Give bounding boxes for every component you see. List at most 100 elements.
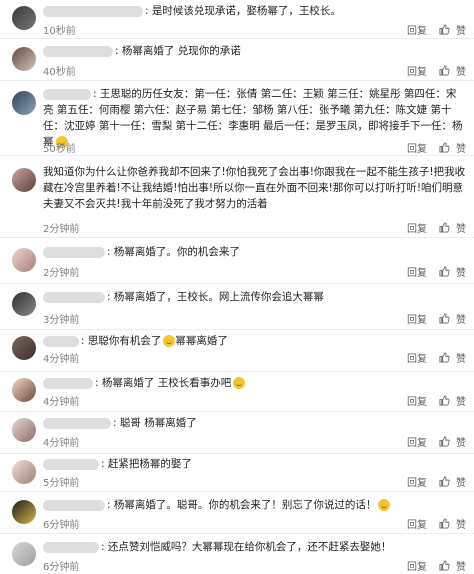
- comment-item: : 思聪你有机会了 幂幂离婚了 4分钟前 回复 赞: [0, 330, 474, 372]
- reply-button[interactable]: 回复: [407, 140, 427, 155]
- comment-text: 思聪你有机会了: [87, 335, 162, 347]
- avatar[interactable]: [12, 91, 36, 115]
- reply-button[interactable]: 回复: [407, 393, 427, 408]
- comment-text: 我知道你为什么让你爸养我却不回来了!你怕我死了会出事!你跟我在一起不能生孩子!把…: [43, 166, 466, 210]
- comment-item: : 杨幂离婚了 王校长看事办吧 4分钟前 回复 赞: [0, 372, 474, 412]
- avatar[interactable]: [12, 542, 36, 566]
- smile-emoji-icon: [233, 377, 246, 389]
- comment-time: 50秒前: [43, 144, 76, 155]
- comment-text: 是时候该兑现承诺，娶杨幂了，王校长。: [151, 5, 341, 17]
- like-label[interactable]: 赞: [456, 264, 466, 279]
- comment-time: 40秒前: [43, 67, 76, 78]
- avatar[interactable]: [12, 418, 36, 442]
- reply-button[interactable]: 回复: [407, 22, 427, 37]
- thumbs-up-icon[interactable]: [439, 352, 450, 363]
- comment-item: : 赶紧把杨幂的娶了 5分钟前 回复 赞: [0, 454, 474, 492]
- comment-time: 2分钟前: [43, 224, 80, 235]
- reply-button[interactable]: 回复: [407, 434, 427, 449]
- avatar[interactable]: [12, 248, 36, 272]
- thumbs-up-icon[interactable]: [439, 313, 450, 324]
- comment-text: 杨幂离婚了，王校长。网上流传你会追大幂幂: [113, 291, 324, 303]
- comment-text: 聪哥 杨幂离婚了: [119, 417, 197, 429]
- comment-time: 6分钟前: [43, 562, 80, 573]
- reply-button[interactable]: 回复: [407, 311, 427, 326]
- avatar[interactable]: [12, 378, 36, 402]
- avatar[interactable]: [12, 460, 36, 484]
- comment-time: 10秒前: [43, 26, 76, 37]
- thumbs-up-icon[interactable]: [439, 24, 450, 35]
- thumbs-up-icon[interactable]: [439, 476, 450, 487]
- like-label[interactable]: 赞: [456, 474, 466, 489]
- comment-item: : 杨幂离婚了 兑现你的承诺 40秒前 回复 赞: [0, 39, 474, 81]
- like-label[interactable]: 赞: [456, 63, 466, 78]
- reply-button[interactable]: 回复: [407, 474, 427, 489]
- username-redacted[interactable]: [43, 45, 113, 57]
- username-redacted[interactable]: [43, 335, 79, 347]
- reply-button[interactable]: 回复: [407, 220, 427, 235]
- comment-item: 我知道你为什么让你爸养我却不回来了!你怕我死了会出事!你跟我在一起不能生孩子!把…: [0, 156, 474, 238]
- comment-text-continued: 幂幂离婚了: [175, 335, 228, 347]
- comment-text: 赶紧把杨幂的娶了: [107, 458, 192, 470]
- username-redacted[interactable]: [43, 291, 105, 303]
- comment-text: 杨幂离婚了。聪哥。你的机会来了！别忘了你说过的话！: [113, 499, 377, 511]
- avatar[interactable]: [12, 292, 36, 316]
- avatar[interactable]: [12, 336, 36, 360]
- comment-time: 6分钟前: [43, 520, 80, 531]
- thumbs-up-icon[interactable]: [439, 266, 450, 277]
- comment-time: 5分钟前: [43, 478, 80, 489]
- thumbs-up-icon[interactable]: [439, 142, 450, 153]
- comment-time: 4分钟前: [43, 397, 80, 408]
- username-redacted[interactable]: [43, 458, 99, 470]
- username-redacted[interactable]: [43, 541, 99, 553]
- reply-button[interactable]: 回复: [407, 63, 427, 78]
- comment-time: 3分钟前: [43, 315, 80, 326]
- like-label[interactable]: 赞: [456, 558, 466, 573]
- username-redacted[interactable]: [43, 377, 93, 389]
- comment-text: 杨幂离婚了 兑现你的承诺: [121, 45, 241, 57]
- thumbs-up-icon[interactable]: [439, 65, 450, 76]
- comment-item: : 是时候该兑现承诺，娶杨幂了，王校长。 10秒前 回复 赞: [0, 0, 474, 39]
- reply-button[interactable]: 回复: [407, 516, 427, 531]
- like-label[interactable]: 赞: [456, 22, 466, 37]
- comment-item: : 聪哥 杨幂离婚了 4分钟前 回复 赞: [0, 412, 474, 454]
- like-label[interactable]: 赞: [456, 220, 466, 235]
- avatar[interactable]: [12, 168, 36, 192]
- comment-item: : 杨幂离婚了。聪哥。你的机会来了！别忘了你说过的话！ 6分钟前 回复 赞: [0, 492, 474, 534]
- username-redacted[interactable]: [43, 417, 111, 429]
- reply-button[interactable]: 回复: [407, 264, 427, 279]
- grin-emoji-icon: [163, 335, 176, 347]
- comment-item: : 杨幂离婚了。你的机会来了 2分钟前 回复 赞: [0, 238, 474, 284]
- reply-button[interactable]: 回复: [407, 350, 427, 365]
- comment-item: : 王思聪的历任女友：第一任：张倩 第二任：王颖 第三任：姚星彤 第四任：宋亮 …: [0, 81, 474, 156]
- avatar[interactable]: [12, 47, 36, 71]
- laugh-emoji-icon: [378, 499, 391, 511]
- reply-button[interactable]: 回复: [407, 558, 427, 573]
- comment-text: 还点赞刘恺威吗？大幂幂现在给你机会了，还不赶紧去娶她！: [107, 541, 392, 553]
- avatar[interactable]: [12, 500, 36, 524]
- comment-text: 王思聪的历任女友：第一任：张倩 第二任：王颖 第三任：姚星彤 第四任：宋亮 第五…: [43, 88, 463, 148]
- thumbs-up-icon[interactable]: [439, 395, 450, 406]
- thumbs-up-icon[interactable]: [439, 222, 450, 233]
- comment-list: : 是时候该兑现承诺，娶杨幂了，王校长。 10秒前 回复 赞 : 杨幂离婚了 兑…: [0, 0, 474, 574]
- like-label[interactable]: 赞: [456, 393, 466, 408]
- comment-item: : 还点赞刘恺威吗？大幂幂现在给你机会了，还不赶紧去娶她！ 6分钟前 回复 赞: [0, 534, 474, 574]
- like-label[interactable]: 赞: [456, 140, 466, 155]
- username-redacted[interactable]: [43, 88, 91, 100]
- avatar[interactable]: [12, 6, 36, 30]
- comment-time: 2分钟前: [43, 268, 80, 279]
- username-redacted[interactable]: [43, 5, 143, 17]
- thumbs-up-icon[interactable]: [439, 518, 450, 529]
- comment-item: : 杨幂离婚了，王校长。网上流传你会追大幂幂 3分钟前 回复 赞: [0, 284, 474, 330]
- comment-time: 4分钟前: [43, 438, 80, 449]
- like-label[interactable]: 赞: [456, 434, 466, 449]
- comment-text: 杨幂离婚了。你的机会来了: [113, 246, 240, 258]
- like-label[interactable]: 赞: [456, 516, 466, 531]
- username-redacted[interactable]: [43, 499, 105, 511]
- username-redacted[interactable]: [43, 246, 105, 258]
- thumbs-up-icon[interactable]: [439, 436, 450, 447]
- comment-text: 杨幂离婚了 王校长看事办吧: [101, 377, 232, 389]
- like-label[interactable]: 赞: [456, 311, 466, 326]
- like-label[interactable]: 赞: [456, 350, 466, 365]
- comment-time: 4分钟前: [43, 354, 80, 365]
- thumbs-up-icon[interactable]: [439, 560, 450, 571]
